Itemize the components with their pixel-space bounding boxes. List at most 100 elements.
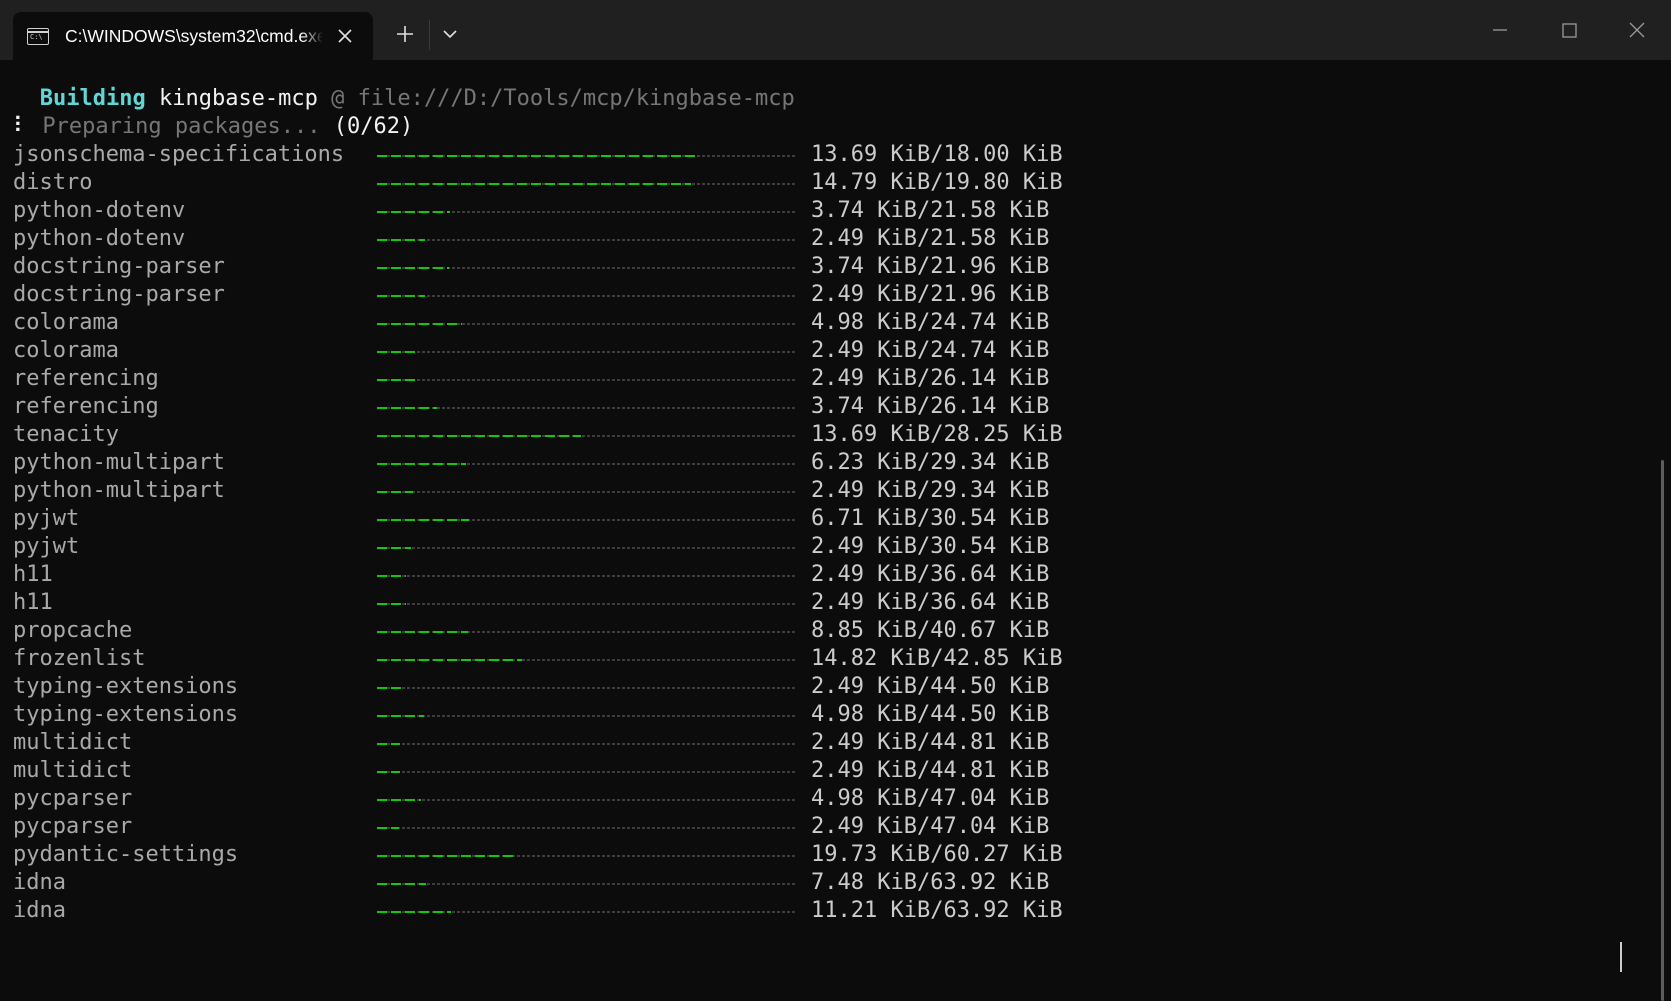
progress-bar [377, 239, 797, 241]
progress-bar [377, 883, 797, 885]
progress-track [377, 715, 797, 717]
progress-track [377, 771, 797, 773]
progress-bar [377, 351, 797, 353]
progress-track [377, 743, 797, 745]
package-name: idna [13, 898, 66, 923]
progress-track [377, 351, 797, 353]
progress-fill [377, 883, 427, 885]
package-size: 3.74 KiB/26.14 KiB [811, 394, 1050, 419]
progress-fill [377, 491, 413, 493]
tab-cmd[interactable]: C:\ C:\WINDOWS\system32\cmd.exe [13, 12, 373, 60]
cmd-icon: C:\ [27, 28, 49, 45]
package-name: docstring-parser [13, 254, 225, 279]
at-symbol: @ [331, 86, 345, 111]
package-name: pycparser [13, 814, 133, 839]
progress-fill [377, 743, 401, 745]
build-verb: Building [39, 86, 146, 111]
minimize-icon [1493, 29, 1507, 31]
progress-fill [377, 911, 451, 913]
progress-track [377, 827, 797, 829]
progress-fill [377, 295, 425, 297]
progress-track [377, 883, 797, 885]
package-size: 3.74 KiB/21.96 KiB [811, 254, 1050, 279]
package-name: colorama [13, 310, 119, 335]
status-text: Preparing packages... [42, 114, 321, 139]
package-size: 2.49 KiB/44.81 KiB [811, 730, 1050, 755]
package-name: jsonschema-specifications [13, 142, 345, 167]
progress-bar [377, 155, 797, 157]
progress-fill [377, 855, 515, 857]
progress-fill [377, 575, 406, 577]
progress-bar [377, 267, 797, 269]
package-size: 2.49 KiB/36.64 KiB [811, 562, 1050, 587]
progress-fill [377, 407, 438, 409]
progress-fill [377, 183, 691, 185]
progress-track [377, 491, 797, 493]
minimize-button[interactable] [1480, 10, 1520, 50]
package-size: 14.79 KiB/19.80 KiB [811, 170, 1063, 195]
tab-close-icon[interactable] [333, 24, 357, 48]
scrollbar[interactable] [1661, 460, 1664, 1001]
progress-bar [377, 659, 797, 661]
progress-bar [377, 687, 797, 689]
package-size: 2.49 KiB/21.96 KiB [811, 282, 1050, 307]
progress-bar [377, 799, 797, 801]
package-name: distro [13, 170, 93, 195]
progress-bar [377, 603, 797, 605]
progress-fill [377, 155, 697, 157]
progress-fill [377, 323, 462, 325]
maximize-button[interactable] [1549, 10, 1589, 50]
progress-fill [377, 351, 420, 353]
new-tab-button[interactable] [387, 16, 423, 52]
progress-fill [377, 603, 406, 605]
package-size: 7.48 KiB/63.92 KiB [811, 870, 1050, 895]
terminal-output[interactable]: Building kingbase-mcp @ file:///D:/Tools… [0, 60, 1671, 1001]
progress-bar [377, 575, 797, 577]
plus-icon [397, 26, 413, 42]
progress-fill [377, 771, 401, 773]
progress-bar [377, 771, 797, 773]
package-name: multidict [13, 730, 133, 755]
package-size: 19.73 KiB/60.27 KiB [811, 842, 1063, 867]
progress-fill [377, 547, 412, 549]
text-cursor [1620, 942, 1622, 972]
package-name: multidict [13, 758, 133, 783]
progress-fill [377, 659, 523, 661]
package-size: 2.49 KiB/24.74 KiB [811, 338, 1050, 363]
progress-bar [377, 435, 797, 437]
close-window-button[interactable] [1617, 10, 1657, 50]
progress-bar [377, 491, 797, 493]
close-icon [1629, 22, 1645, 38]
package-size: 6.71 KiB/30.54 KiB [811, 506, 1050, 531]
progress-track [377, 575, 797, 577]
title-bar: C:\ C:\WINDOWS\system32\cmd.exe [0, 0, 1671, 60]
package-size: 14.82 KiB/42.85 KiB [811, 646, 1063, 671]
spinner-icon: ⠇ [13, 114, 30, 139]
chevron-down-icon [443, 30, 457, 39]
package-size: 13.69 KiB/28.25 KiB [811, 422, 1063, 447]
package-size: 11.21 KiB/63.92 KiB [811, 898, 1063, 923]
package-name: h11 [13, 590, 53, 615]
progress-bar [377, 631, 797, 633]
progress-fill [377, 267, 449, 269]
progress-fill [377, 435, 581, 437]
package-name: python-dotenv [13, 226, 186, 251]
package-size: 4.98 KiB/24.74 KiB [811, 310, 1050, 335]
progress-bar [377, 183, 797, 185]
progress-fill [377, 687, 401, 689]
package-size: 2.49 KiB/44.50 KiB [811, 674, 1050, 699]
package-size: 2.49 KiB/36.64 KiB [811, 590, 1050, 615]
package-name: pycparser [13, 786, 133, 811]
package-name: typing-extensions [13, 674, 239, 699]
profile-dropdown-button[interactable] [432, 16, 468, 52]
package-name: referencing [13, 366, 159, 391]
package-name: pydantic-settings [13, 842, 239, 867]
package-size: 2.49 KiB/44.81 KiB [811, 758, 1050, 783]
package-name: pyjwt [13, 506, 80, 531]
progress-bar [377, 519, 797, 521]
progress-track [377, 603, 797, 605]
progress-fill [377, 239, 426, 241]
package-size: 4.98 KiB/47.04 KiB [811, 786, 1050, 811]
package-size: 2.49 KiB/29.34 KiB [811, 478, 1050, 503]
progress-fill [377, 631, 469, 633]
